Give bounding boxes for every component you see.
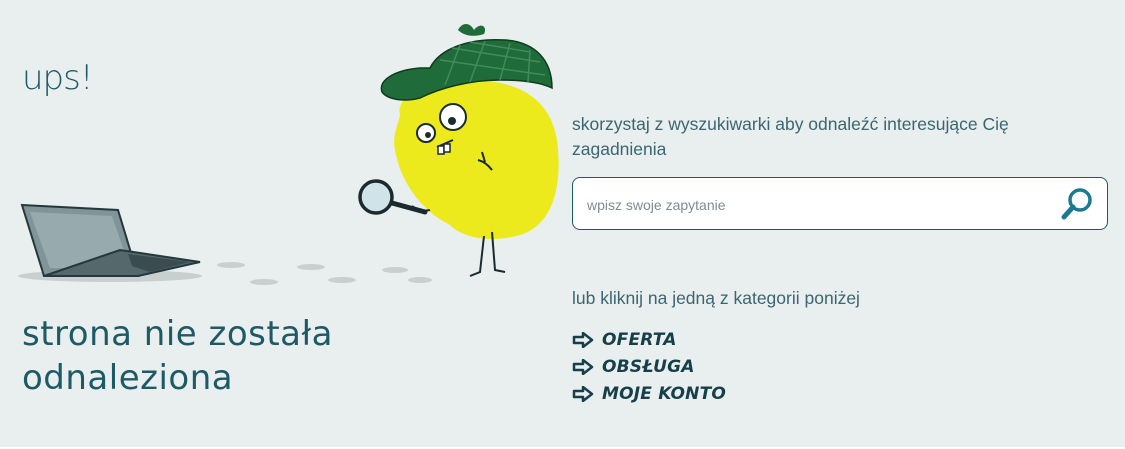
category-link-oferta[interactable]: OFERTA bbox=[572, 326, 726, 353]
search-button[interactable] bbox=[1059, 186, 1095, 222]
category-label: OBSŁUGA bbox=[602, 356, 695, 377]
category-link-moje-konto[interactable]: MOJE KONTO bbox=[572, 380, 726, 407]
category-label: MOJE KONTO bbox=[602, 383, 727, 404]
category-label: OFERTA bbox=[602, 329, 677, 350]
error-page-title: strona nie została odnaleziona bbox=[22, 314, 334, 398]
footprints bbox=[217, 262, 432, 285]
search-input[interactable] bbox=[585, 190, 1039, 220]
arrow-right-icon bbox=[572, 331, 594, 348]
character-body bbox=[394, 80, 559, 239]
category-link-obsluga[interactable]: OBSŁUGA bbox=[572, 353, 726, 380]
search-hint: skorzystaj z wyszukiwarki aby odnaleźć i… bbox=[572, 114, 1009, 159]
lost-character-illustration bbox=[18, 24, 559, 285]
search-icon bbox=[1061, 188, 1092, 220]
laptop-icon bbox=[18, 203, 202, 282]
category-list: OFERTA OBSŁUGA MOJE KONTO bbox=[572, 326, 726, 407]
categories-intro: lub kliknij na jedną z kategorii poniżej bbox=[572, 288, 860, 308]
arrow-right-icon bbox=[572, 358, 594, 375]
search-box bbox=[572, 177, 1108, 230]
magnifier-icon bbox=[358, 179, 394, 215]
error-panel: ups! strona nie została odnaleziona skor… bbox=[0, 0, 1125, 447]
arrow-right-icon bbox=[572, 385, 594, 402]
